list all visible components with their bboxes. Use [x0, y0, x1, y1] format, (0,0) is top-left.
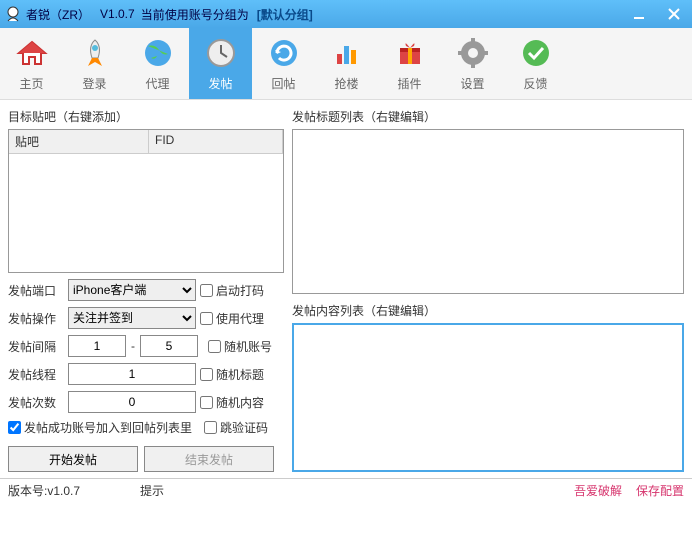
- toolbar-plugin[interactable]: 插件: [378, 28, 441, 99]
- toolbar-proxy[interactable]: 代理: [126, 28, 189, 99]
- chk-skipcode[interactable]: 跳验证码: [204, 419, 268, 436]
- col-tieba[interactable]: 贴吧: [9, 130, 149, 153]
- status-version: 版本号:v1.0.7: [8, 482, 80, 499]
- toolbar-settings[interactable]: 设置: [441, 28, 504, 99]
- app-version: V1.0.7: [100, 7, 135, 21]
- toolbar-home[interactable]: 主页: [0, 28, 63, 99]
- chk-randacc[interactable]: 随机账号: [208, 338, 272, 355]
- refresh-icon: [266, 35, 302, 71]
- chk-dama[interactable]: 启动打码: [200, 282, 264, 299]
- minimize-button[interactable]: [626, 4, 654, 24]
- toolbar-grab[interactable]: 抢楼: [315, 28, 378, 99]
- toolbar-label: 发帖: [208, 75, 232, 92]
- op-label: 发帖操作: [8, 310, 64, 327]
- interval-label: 发帖间隔: [8, 338, 64, 355]
- left-column: 目标贴吧（右键添加） 贴吧 FID 发帖端口 iPhone客户端 启动打码 发帖…: [8, 106, 284, 472]
- interval-from[interactable]: [68, 335, 126, 357]
- content-list[interactable]: [292, 323, 684, 472]
- count-label: 发帖次数: [8, 394, 64, 411]
- content: 目标贴吧（右键添加） 贴吧 FID 发帖端口 iPhone客户端 启动打码 发帖…: [0, 100, 692, 478]
- status-tip: 提示: [140, 482, 164, 499]
- port-select[interactable]: iPhone客户端: [68, 279, 196, 301]
- count-input[interactable]: [68, 391, 196, 413]
- rocket-icon: [77, 35, 113, 71]
- toolbar-feedback[interactable]: 反馈: [504, 28, 567, 99]
- toolbar-label: 插件: [397, 75, 421, 92]
- toolbar: 主页 登录 代理 发帖 回帖 抢楼 插件 设置 反馈: [0, 28, 692, 100]
- right-column: 发帖标题列表（右键编辑） 发帖内容列表（右键编辑）: [292, 106, 684, 472]
- toolbar-label: 登录: [82, 75, 106, 92]
- chk-randcontent[interactable]: 随机内容: [200, 394, 264, 411]
- toolbar-post[interactable]: 发帖: [189, 28, 252, 99]
- start-button[interactable]: 开始发帖: [8, 446, 138, 472]
- target-tieba-label: 目标贴吧（右键添加）: [8, 108, 284, 125]
- toolbar-label: 反馈: [523, 75, 547, 92]
- port-label: 发帖端口: [8, 282, 64, 299]
- col-fid[interactable]: FID: [149, 130, 283, 153]
- toolbar-label: 设置: [460, 75, 484, 92]
- app-icon: [4, 5, 22, 23]
- gift-icon: [392, 35, 428, 71]
- home-icon: [14, 35, 50, 71]
- thread-input[interactable]: [68, 363, 196, 385]
- statusbar: 版本号:v1.0.7 提示 吾爱破解 保存配置: [0, 478, 692, 502]
- gear-icon: [455, 35, 491, 71]
- group-prefix: 当前使用账号分组为: [141, 6, 249, 23]
- clock-icon: [203, 35, 239, 71]
- chk-proxy[interactable]: 使用代理: [200, 310, 264, 327]
- titles-label: 发帖标题列表（右键编辑）: [292, 108, 684, 125]
- toolbar-label: 主页: [19, 75, 43, 92]
- titles-list[interactable]: [292, 129, 684, 294]
- chk-addreply[interactable]: 发帖成功账号加入到回帖列表里: [8, 419, 192, 436]
- toolbar-login[interactable]: 登录: [63, 28, 126, 99]
- check-icon: [518, 35, 554, 71]
- toolbar-label: 代理: [145, 75, 169, 92]
- target-tieba-list[interactable]: 贴吧 FID: [8, 129, 284, 273]
- link-saveconfig[interactable]: 保存配置: [636, 482, 684, 499]
- stop-button[interactable]: 结束发帖: [144, 446, 274, 472]
- toolbar-reply[interactable]: 回帖: [252, 28, 315, 99]
- app-name: 者锐（ZR）: [26, 6, 90, 23]
- chk-randtitle[interactable]: 随机标题: [200, 366, 264, 383]
- globe-icon: [140, 35, 176, 71]
- group-name: [默认分组]: [257, 6, 313, 23]
- content-label: 发帖内容列表（右键编辑）: [292, 302, 684, 319]
- chart-icon: [329, 35, 365, 71]
- interval-to[interactable]: [140, 335, 198, 357]
- thread-label: 发帖线程: [8, 366, 64, 383]
- link-52pojie[interactable]: 吾爱破解: [574, 482, 622, 499]
- toolbar-label: 回帖: [271, 75, 295, 92]
- list-header: 贴吧 FID: [9, 130, 283, 154]
- close-button[interactable]: [660, 4, 688, 24]
- dash: -: [130, 339, 136, 353]
- titlebar: 者锐（ZR） V1.0.7 当前使用账号分组为 [默认分组]: [0, 0, 692, 28]
- toolbar-label: 抢楼: [334, 75, 358, 92]
- op-select[interactable]: 关注并签到: [68, 307, 196, 329]
